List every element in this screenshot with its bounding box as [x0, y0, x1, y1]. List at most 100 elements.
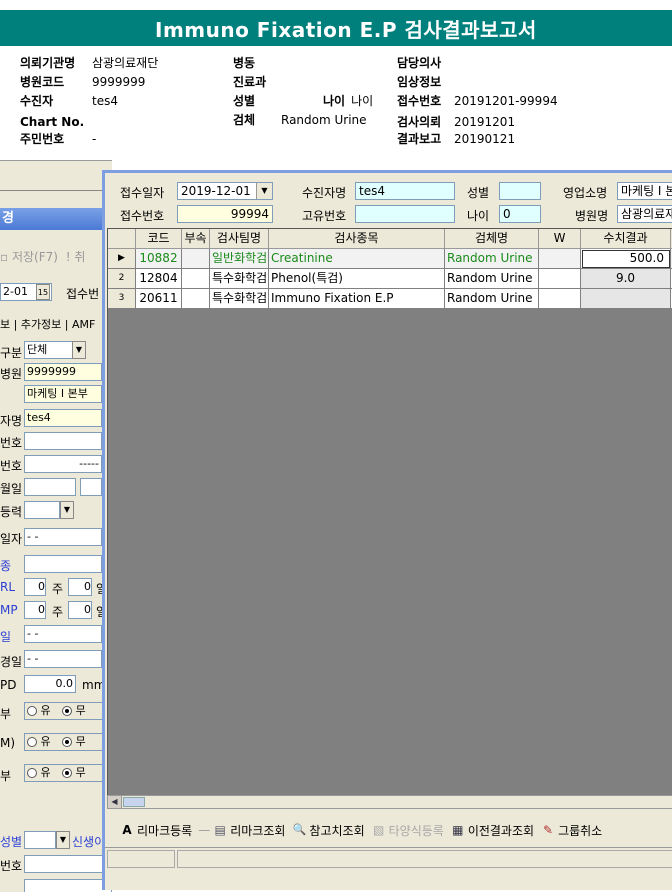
sales-office-input[interactable]: 마케팅 I 본 — [617, 182, 672, 200]
save-icon: ▫ — [0, 250, 9, 264]
info-sex: 성별 — [233, 94, 256, 108]
radio-yes[interactable] — [27, 706, 37, 716]
back-birth-input[interactable] — [24, 478, 76, 496]
cell-specimen[interactable]: Random Urine — [445, 289, 539, 309]
cell-team[interactable]: 특수화학검 — [210, 289, 269, 309]
toolbar-separator: — — [198, 823, 211, 837]
back-no1-input[interactable] — [24, 432, 102, 450]
cell-code[interactable]: 10882 — [136, 249, 182, 269]
table-row[interactable]: 3 20611 특수화학검 Immuno Fixation E.P Random… — [108, 289, 672, 309]
receipt-no-input[interactable]: 99994 — [177, 205, 273, 223]
cell-sub[interactable] — [182, 289, 210, 309]
other-format-register-button[interactable]: ▧ 타양식등록 — [371, 822, 444, 839]
radio-no[interactable] — [62, 706, 73, 716]
reference-view-button[interactable]: 🔍 참고치조회 — [291, 822, 365, 839]
back-sex-select[interactable] — [24, 831, 56, 849]
back-tabs[interactable]: 보 | 추가정보 | AMF — [0, 316, 95, 332]
unique-no-label: 고유번호 — [302, 209, 347, 223]
sex-input[interactable] — [499, 182, 541, 200]
calendar-icon[interactable]: 15 — [36, 284, 50, 300]
status-pane — [177, 850, 672, 868]
remark-view-button[interactable]: ▤ 리마크조회 — [212, 822, 286, 839]
cell-w[interactable] — [539, 289, 581, 309]
radio-yes[interactable] — [27, 768, 37, 778]
horizontal-scrollbar[interactable]: ◀ — [107, 795, 672, 809]
cell-item[interactable]: Immuno Fixation E.P — [269, 289, 445, 309]
group-cancel-button[interactable]: ✎ 그룹취소 — [540, 822, 602, 839]
back-date-field[interactable]: - - — [24, 528, 102, 546]
back-rl-day[interactable]: 0 — [68, 578, 92, 596]
back-kind-label: 종 — [0, 559, 12, 573]
back-birth-input-2[interactable] — [80, 478, 102, 496]
grid-header-w[interactable]: W — [539, 229, 581, 249]
cell-item[interactable]: Creatinine — [269, 249, 445, 269]
cell-code[interactable]: 20611 — [136, 289, 182, 309]
scroll-thumb[interactable] — [123, 797, 145, 807]
back-input-select[interactable] — [24, 501, 60, 519]
cell-result[interactable] — [581, 289, 671, 309]
remark-register-button[interactable]: A 리마크등록 — [119, 822, 192, 839]
receipt-date-select[interactable]: 2019-12-01 ▼ — [177, 182, 273, 200]
grid-header-team[interactable]: 검사팀명 — [210, 229, 269, 249]
table-row[interactable]: ▶ 10882 일반화학검 Creatinine Random Urine 50… — [108, 249, 672, 269]
back-type-select[interactable]: 단체 — [24, 341, 74, 359]
back-sales-input[interactable]: 마케팅 I 본부 — [24, 385, 102, 403]
grid-header-result[interactable]: 수치결과 — [581, 229, 671, 249]
radio-yes[interactable] — [27, 737, 37, 747]
back-no2-input[interactable]: ----- — [24, 455, 102, 473]
cell-result[interactable]: 9.0 — [581, 269, 671, 289]
back-q1-radio-group: 유 무 — [24, 702, 108, 720]
back-bottom-input[interactable] — [24, 855, 112, 873]
table-row[interactable]: 2 12804 특수화학검 Phenol(특검) Random Urine 9.… — [108, 269, 672, 289]
back-date3-input[interactable]: - - — [24, 650, 102, 668]
form-icon: ▧ — [372, 823, 385, 837]
cell-item[interactable]: Phenol(특검) — [269, 269, 445, 289]
back-kind-input[interactable] — [24, 555, 102, 573]
back-no2-label: 번호 — [0, 459, 23, 473]
hospital-name-input[interactable]: 삼광의료재 — [617, 205, 672, 223]
cell-team[interactable]: 특수화학검 — [210, 269, 269, 289]
chevron-down-icon[interactable]: ▼ — [60, 501, 74, 519]
receipt-date-label: 접수일자 — [120, 186, 165, 200]
grid-header-code[interactable]: 코드 — [136, 229, 182, 249]
chevron-down-icon[interactable]: ▼ — [72, 341, 86, 359]
grid-header-sub[interactable]: 부속 — [182, 229, 210, 249]
age-input[interactable]: 0 — [499, 205, 541, 223]
back-mp-day[interactable]: 0 — [68, 601, 92, 619]
previous-result-view-button[interactable]: ▦ 이전결과조회 — [450, 822, 534, 839]
back-pd-input[interactable]: 0.0 — [24, 675, 76, 693]
cell-code[interactable]: 12804 — [136, 269, 182, 289]
back-patient-input[interactable]: tes4 — [24, 409, 102, 427]
back-date2-label: 일 — [0, 630, 12, 644]
save-button[interactable]: ▫ 저장(F7) ! 취 — [0, 248, 85, 265]
back-rl-week[interactable]: 0 — [24, 578, 46, 596]
radio-no[interactable] — [62, 768, 73, 778]
back-sex-label: 성별 — [0, 835, 23, 849]
chevron-down-icon[interactable]: ▼ — [56, 831, 70, 849]
status-pane — [107, 850, 175, 868]
back-bottom-input-2[interactable] — [24, 879, 112, 892]
unique-no-input[interactable] — [355, 205, 455, 223]
cell-sub[interactable] — [182, 269, 210, 289]
radio-no[interactable] — [62, 737, 73, 747]
scroll-left-icon[interactable]: ◀ — [108, 796, 122, 808]
back-birth-label: 월일 — [0, 482, 23, 496]
chevron-down-icon[interactable]: ▼ — [256, 183, 272, 199]
patient-name-input[interactable]: tes4 — [355, 182, 455, 200]
cell-specimen[interactable]: Random Urine — [445, 249, 539, 269]
cell-specimen[interactable]: Random Urine — [445, 269, 539, 289]
back-mp-week[interactable]: 0 — [24, 601, 46, 619]
cell-team[interactable]: 일반화학검 — [210, 249, 269, 269]
cell-sub[interactable] — [182, 249, 210, 269]
cell-w[interactable] — [539, 269, 581, 289]
grid-header-specimen[interactable]: 검체명 — [445, 229, 539, 249]
cell-w[interactable] — [539, 249, 581, 269]
grid-header-indicator — [108, 229, 136, 249]
grid-header-item[interactable]: 검사종목 — [269, 229, 445, 249]
cell-result[interactable]: 500.0 — [581, 249, 671, 269]
info-report-date: 결과보고 20190121 — [397, 132, 516, 146]
back-hospital-input[interactable]: 9999999 — [24, 363, 102, 381]
back-date2-input[interactable]: - - — [24, 625, 102, 643]
back-bottom-label: 번호 — [0, 859, 23, 873]
main-window: 접수일자 2019-12-01 ▼ 수진자명 tes4 성별 영업소명 마케팅 … — [102, 170, 672, 890]
